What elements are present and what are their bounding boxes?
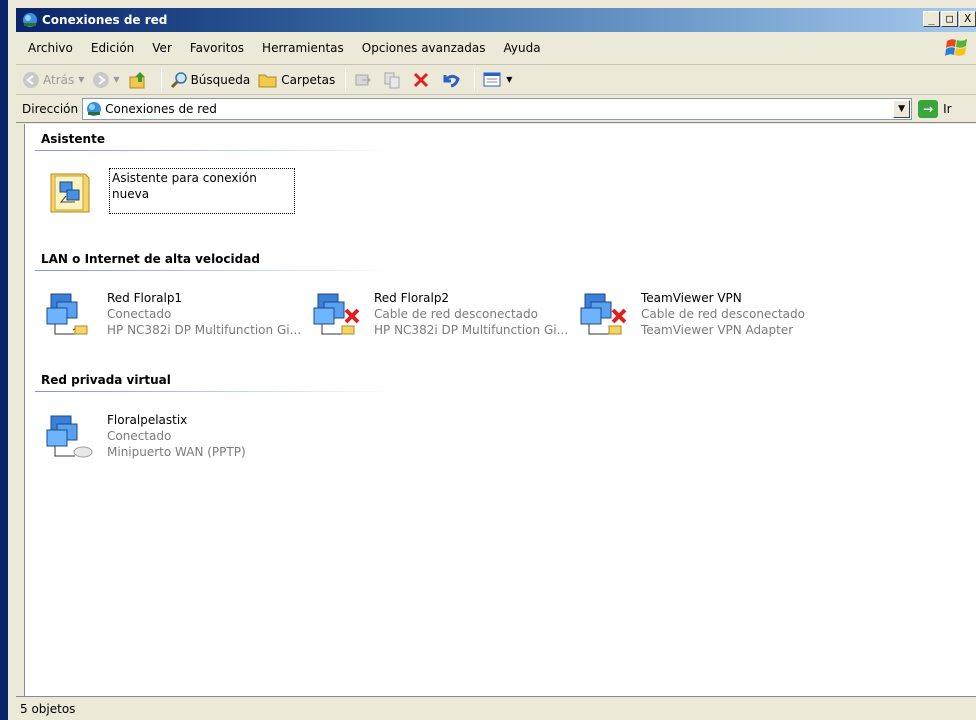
go-label: Ir <box>943 101 952 116</box>
menu-edicion[interactable]: Edición <box>91 41 134 55</box>
group-divider <box>35 391 395 392</box>
menu-opciones-avanzadas[interactable]: Opciones avanzadas <box>362 41 486 55</box>
menu-ver[interactable]: Ver <box>152 41 172 55</box>
minimize-button[interactable]: _ <box>923 11 940 27</box>
toolbar-separator <box>160 68 162 91</box>
copy-to-icon <box>384 72 400 88</box>
views-button[interactable]: ▼ <box>483 71 512 89</box>
connection-name: Red Floralp2 <box>374 291 450 305</box>
group-divider <box>35 270 395 271</box>
connection-status: Cable de red desconectado <box>641 307 805 321</box>
toolbar-separator <box>474 68 476 91</box>
toolbar-separator <box>345 68 347 91</box>
folders-label: Carpetas <box>281 72 336 87</box>
explorer-window: Conexiones de red _ □ X Archivo Edición … <box>0 0 976 720</box>
title-bar[interactable]: Conexiones de red _ □ X <box>16 8 976 32</box>
group-header-wizard: Asistente <box>41 132 105 146</box>
connection-name: TeamViewer VPN <box>641 291 742 305</box>
search-icon <box>170 71 187 88</box>
connection-device: Minipuerto WAN (PPTP) <box>107 445 246 459</box>
back-label: Atrás <box>43 72 75 87</box>
connection-text: TeamViewer VPN Cable de red desconectado… <box>641 290 805 338</box>
undo-icon <box>443 74 460 87</box>
menu-bar: Archivo Edición Ver Favoritos Herramient… <box>16 32 976 65</box>
move-to-button[interactable] <box>354 71 375 89</box>
wizard-label: Asistente para conexión nueva <box>109 168 295 214</box>
folders-icon <box>258 74 277 87</box>
back-arrow-icon <box>23 71 39 88</box>
delete-icon <box>414 72 429 87</box>
lan-disconnected-icon <box>313 293 360 335</box>
connection-status: Cable de red desconectado <box>374 307 538 321</box>
connection-text: Floralpelastix Conectado Minipuerto WAN … <box>107 412 246 460</box>
connection-item-floralpelastix[interactable]: Floralpelastix Conectado Minipuerto WAN … <box>45 412 246 460</box>
search-label: Búsqueda <box>190 72 251 87</box>
standard-toolbar: Atrás ▼ ▼ Búsqueda Carpetas ▼ <box>16 65 976 95</box>
status-bar: 5 objetos <box>16 696 976 720</box>
status-text: 5 objetos <box>20 701 76 716</box>
connection-status: Conectado <box>107 307 172 321</box>
content-pane[interactable]: Asistente Asistente para conexión nueva … <box>24 124 976 696</box>
menu-favoritos[interactable]: Favoritos <box>190 41 244 55</box>
new-connection-wizard-icon <box>50 173 90 213</box>
group-divider <box>35 150 395 151</box>
group-header-vpn: Red privada virtual <box>41 373 171 387</box>
close-button[interactable]: X <box>959 11 976 27</box>
connection-item-red-floralp1[interactable]: Red Floralp1 Conectado HP NC382i DP Mult… <box>45 290 301 338</box>
wizard-item[interactable]: Asistente para conexión nueva <box>47 168 295 216</box>
up-folder-button[interactable] <box>128 70 151 90</box>
forward-arrow-icon <box>93 71 110 88</box>
network-connections-icon <box>23 13 37 27</box>
lan-disconnected-icon <box>580 293 627 335</box>
copy-to-button[interactable] <box>383 71 404 89</box>
go-button[interactable]: → Ir <box>918 99 952 118</box>
connection-item-red-floralp2[interactable]: Red Floralp2 Cable de red desconectado H… <box>312 290 568 338</box>
forward-button[interactable]: ▼ <box>92 71 120 89</box>
connection-device: TeamViewer VPN Adapter <box>641 323 794 337</box>
group-header-lan: LAN o Internet de alta velocidad <box>41 252 260 266</box>
menu-ayuda[interactable]: Ayuda <box>503 41 540 55</box>
lan-connected-icon <box>46 293 88 335</box>
window-title: Conexiones de red <box>42 13 168 27</box>
connection-text: Red Floralp2 Cable de red desconectado H… <box>374 290 568 338</box>
up-folder-icon <box>129 71 145 88</box>
address-dropdown-button[interactable]: ▼ <box>893 99 911 118</box>
views-icon <box>483 72 501 86</box>
menu-archivo[interactable]: Archivo <box>28 41 73 55</box>
move-to-icon <box>355 74 371 85</box>
folders-button[interactable]: Carpetas <box>258 71 335 89</box>
windows-logo-icon <box>945 39 967 56</box>
go-arrow-icon: → <box>918 99 939 118</box>
network-connections-icon <box>87 101 102 116</box>
undo-button[interactable] <box>441 71 464 89</box>
menu-herramientas[interactable]: Herramientas <box>262 41 344 55</box>
address-input[interactable]: Conexiones de red ▼ <box>82 97 913 120</box>
connection-device: HP NC382i DP Multifunction Gi... <box>374 323 569 337</box>
connection-name: Red Floralp1 <box>107 291 183 305</box>
delete-button[interactable] <box>412 71 433 89</box>
back-button[interactable]: Atrás ▼ <box>22 71 84 89</box>
connection-text: Red Floralp1 Conectado HP NC382i DP Mult… <box>107 290 301 338</box>
search-button[interactable]: Búsqueda <box>170 71 251 89</box>
window-controls: _ □ X <box>922 11 976 27</box>
address-value: Conexiones de red <box>105 101 217 116</box>
connection-item-teamviewer-vpn[interactable]: TeamViewer VPN Cable de red desconectado… <box>579 290 805 338</box>
connection-device: HP NC382i DP Multifunction Gi... <box>107 323 302 337</box>
connection-status: Conectado <box>107 429 172 443</box>
vpn-connection-icon <box>46 415 93 458</box>
connection-name: Floralpelastix <box>107 413 188 427</box>
maximize-button[interactable]: □ <box>941 11 958 27</box>
address-bar: Dirección Conexiones de red ▼ → Ir <box>16 95 976 123</box>
address-label: Dirección <box>22 101 79 116</box>
